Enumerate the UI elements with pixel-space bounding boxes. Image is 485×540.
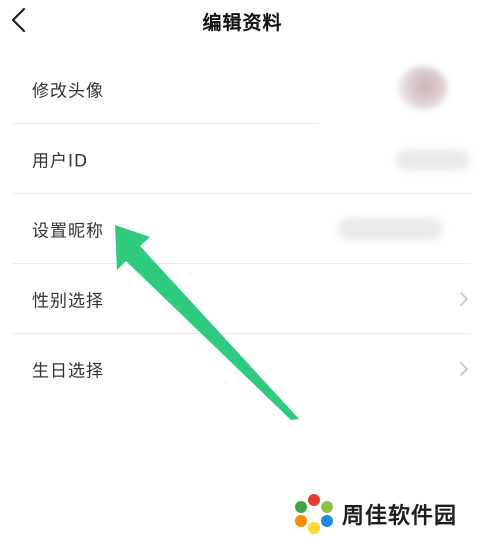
watermark-text: 周佳软件园: [342, 504, 458, 529]
nickname-value-blurred: [338, 218, 442, 240]
row-label: 用户ID: [32, 151, 89, 172]
row-birthday-select[interactable]: 生日选择: [0, 334, 485, 404]
user-id-value-blurred: [396, 150, 470, 170]
row-user-id[interactable]: 用户ID: [0, 124, 485, 194]
nav-bar: 编辑资料: [0, 0, 485, 46]
chevron-right-icon: [460, 362, 468, 376]
watermark: 周佳软件园: [292, 492, 457, 536]
row-gender-select[interactable]: 性别选择: [0, 264, 485, 334]
row-label: 性别选择: [32, 291, 104, 312]
row-label: 修改头像: [32, 81, 104, 102]
row-label: 设置昵称: [32, 221, 104, 242]
settings-list: 修改头像 用户ID 设置昵称 性别选择 生日选择: [0, 54, 485, 404]
avatar[interactable]: [398, 66, 448, 110]
row-set-nickname[interactable]: 设置昵称: [0, 194, 485, 264]
page-title: 编辑资料: [202, 12, 283, 34]
chevron-right-icon: [460, 292, 468, 306]
row-label: 生日选择: [32, 361, 104, 382]
row-change-avatar[interactable]: 修改头像: [0, 54, 485, 124]
pinwheel-logo-icon: [295, 494, 333, 534]
